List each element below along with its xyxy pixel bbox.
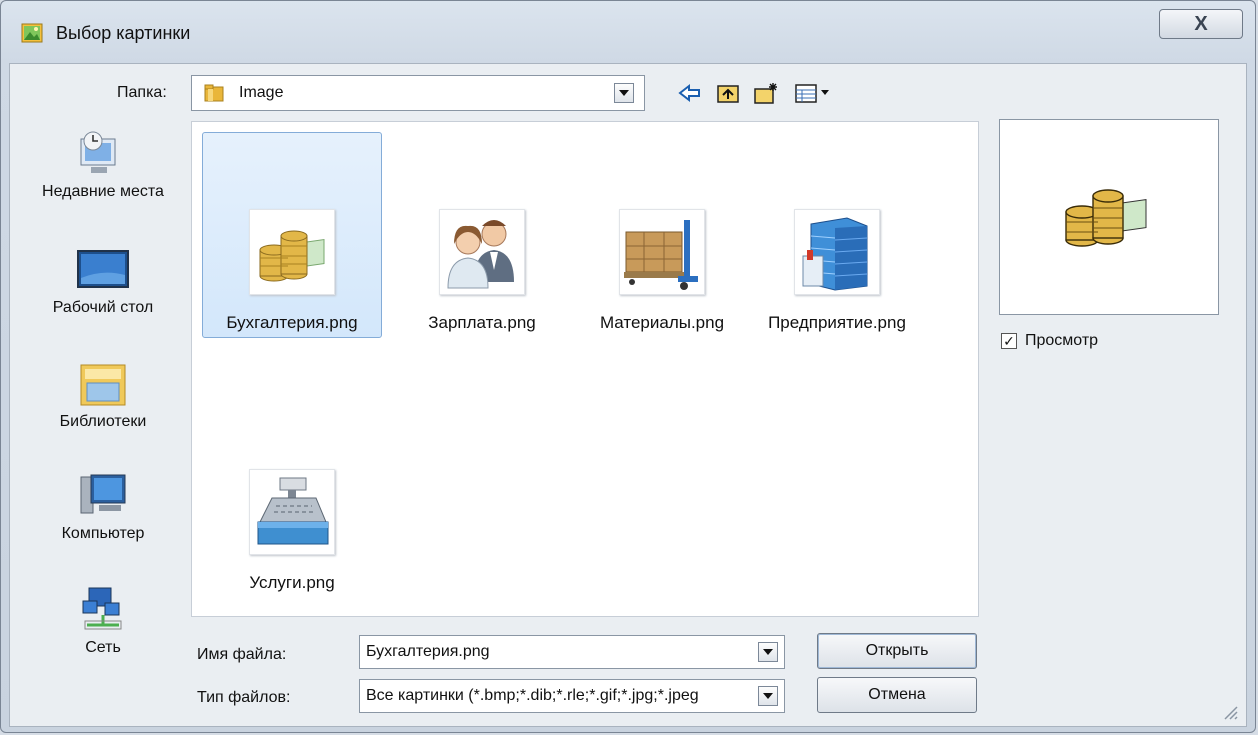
file-thumbnail [794, 209, 880, 295]
chevron-down-icon[interactable] [758, 642, 778, 662]
network-icon [82, 587, 122, 630]
filetype-value: Все картинки (*.bmp;*.dib;*.rle;*.gif;*.… [366, 687, 699, 704]
place-libraries[interactable]: Библиотеки [23, 359, 183, 432]
building-icon [802, 217, 868, 291]
file-name: Бухгалтерия.png [226, 313, 358, 332]
cash-register-icon [257, 477, 329, 545]
file-name: Зарплата.png [428, 313, 536, 332]
chevron-down-icon[interactable] [614, 83, 634, 103]
coins-icon [259, 230, 325, 282]
recent-places-icon [80, 131, 116, 173]
new-folder-icon[interactable] [753, 81, 779, 105]
libraries-icon [80, 364, 126, 406]
coins-icon [1065, 189, 1147, 247]
computer-icon [80, 474, 126, 514]
filename-value: Бухгалтерия.png [366, 643, 490, 660]
file-name: Материалы.png [599, 313, 725, 332]
file-item-predpriyatie[interactable]: Предприятие.png [747, 132, 927, 338]
window-title: Выбор картинки [56, 23, 191, 43]
place-label: Рабочий стол [52, 299, 154, 316]
up-folder-icon[interactable] [715, 81, 741, 105]
pallet-boxes-icon [624, 220, 698, 290]
file-name: Предприятие.png [768, 313, 906, 332]
folder-name: Image [239, 84, 284, 101]
file-thumbnail [619, 209, 705, 295]
place-label: Недавние места [42, 183, 164, 200]
filetype-select[interactable]: Все картинки (*.bmp;*.dib;*.rle;*.gif;*.… [359, 679, 785, 713]
filename-label: Имя файла: [197, 646, 287, 663]
place-recent[interactable]: Недавние места [23, 129, 183, 202]
place-label: Сеть [85, 639, 121, 656]
place-network[interactable]: Сеть [23, 585, 183, 658]
picture-icon [21, 23, 43, 43]
people-icon [447, 220, 514, 289]
folder-combo[interactable]: Image [191, 75, 645, 111]
place-label: Библиотеки [59, 413, 147, 430]
place-label: Компьютер [61, 525, 145, 542]
filetype-label: Тип файлов: [197, 689, 291, 706]
preview-checkbox[interactable]: ✓ [1001, 333, 1017, 349]
open-button[interactable]: Открыть [817, 633, 977, 669]
folder-label: Папка: [117, 84, 167, 101]
file-thumbnail [439, 209, 525, 295]
title-bar: Выбор картинки X [1, 1, 1255, 61]
filename-input[interactable]: Бухгалтерия.png [359, 635, 785, 669]
file-item-uslugi[interactable]: Услуги.png [202, 392, 382, 598]
file-list[interactable]: Бухгалтерия.png Зарплата.png Материалы.p… [191, 121, 979, 617]
place-computer[interactable]: Компьютер [23, 471, 183, 544]
place-desktop[interactable]: Рабочий стол [23, 245, 183, 318]
resize-grip-icon[interactable] [1219, 701, 1239, 721]
file-name: Услуги.png [249, 573, 335, 592]
file-item-materialy[interactable]: Материалы.png [572, 132, 752, 338]
desktop-icon [77, 250, 129, 288]
chevron-down-icon[interactable] [758, 686, 778, 706]
file-thumbnail [249, 209, 335, 295]
file-open-dialog: Выбор картинки X Папка: Image Недавние м… [0, 0, 1256, 733]
cancel-button[interactable]: Отмена [817, 677, 977, 713]
file-item-buhgalteriya[interactable]: Бухгалтерия.png [202, 132, 382, 338]
preview-pane [999, 119, 1219, 315]
folder-icon [204, 84, 224, 102]
close-button[interactable]: X [1159, 9, 1243, 39]
view-menu-icon[interactable] [794, 81, 834, 105]
file-item-zarplata[interactable]: Зарплата.png [392, 132, 572, 338]
back-arrow-icon[interactable] [677, 81, 703, 105]
preview-checkbox-label: Просмотр [1025, 332, 1099, 349]
file-thumbnail [249, 469, 335, 555]
checkmark-icon: ✓ [1003, 333, 1015, 349]
close-icon: X [1194, 12, 1208, 35]
